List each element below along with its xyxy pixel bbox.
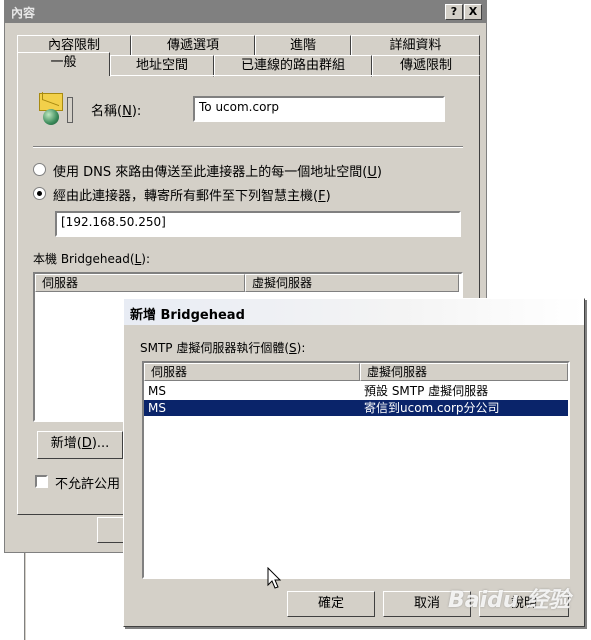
tab-delivery-restrictions[interactable]: 傳遞限制 — [372, 55, 480, 77]
name-label: 名稱(N): — [91, 104, 142, 119]
route-dns-label: 使用 DNS 來路由傳送至此連接器上的每一個地址空間(U) — [53, 165, 382, 180]
close-caption-button[interactable]: X — [464, 4, 482, 20]
watermark: Baidu 经验 — [448, 588, 571, 613]
column-header-server[interactable]: 伺服器 — [144, 363, 360, 381]
smarthost-radio[interactable] — [33, 187, 46, 200]
disallow-public-checkbox[interactable] — [35, 475, 48, 488]
instances-label: SMTP 虛擬伺服器執行個體(S): — [140, 341, 306, 355]
tab-address-space[interactable]: 地址空間 — [110, 55, 214, 77]
connector-icon — [39, 93, 73, 127]
column-header-virtual-server[interactable]: 虛擬伺服器 — [360, 363, 568, 381]
background-divider — [24, 553, 26, 640]
name-input[interactable]: To ucom.corp — [193, 96, 445, 122]
tab-general[interactable]: 一般 — [17, 52, 110, 76]
mouse-cursor-icon — [267, 567, 282, 589]
list-item[interactable]: MS 預設 SMTP 虛擬伺服器 — [144, 383, 568, 399]
tab-advanced[interactable]: 進階 — [255, 35, 351, 57]
separator — [33, 146, 463, 148]
add-bridgehead-title: 新增 Bridgehead — [124, 299, 584, 325]
ok-button[interactable]: 確定 — [287, 591, 375, 617]
tab-details[interactable]: 詳細資料 — [351, 35, 480, 57]
properties-dialog-title: 內容 — [5, 1, 486, 23]
list-item-selected[interactable]: MS 寄信到ucom.corp分公司 — [144, 400, 568, 416]
smarthost-label: 經由此連接器，轉寄所有郵件至下列智慧主機(F) — [53, 189, 331, 204]
tab-connected-routing-groups[interactable]: 已連線的路由群組 — [214, 55, 372, 77]
column-header-virtual-server[interactable]: 虛擬伺服器 — [245, 274, 459, 292]
add-button[interactable]: 新增(D)... — [37, 431, 123, 459]
virtual-server-list[interactable]: 伺服器 虛擬伺服器 MS 預設 SMTP 虛擬伺服器 MS 寄信到ucom.co… — [142, 361, 570, 579]
disallow-public-label: 不允許公用 — [55, 477, 121, 492]
help-caption-button[interactable]: ? — [445, 4, 463, 20]
tab-delivery-options[interactable]: 傳遞選項 — [131, 35, 255, 57]
smarthost-input[interactable]: [192.168.50.250] — [55, 211, 461, 237]
column-header-server[interactable]: 伺服器 — [35, 274, 245, 292]
add-bridgehead-dialog: 新增 Bridgehead SMTP 虛擬伺服器執行個體(S): 伺服器 虛擬伺… — [123, 298, 585, 627]
bridgehead-label: 本機 Bridgehead(L): — [33, 252, 151, 266]
route-dns-radio[interactable] — [33, 163, 46, 176]
